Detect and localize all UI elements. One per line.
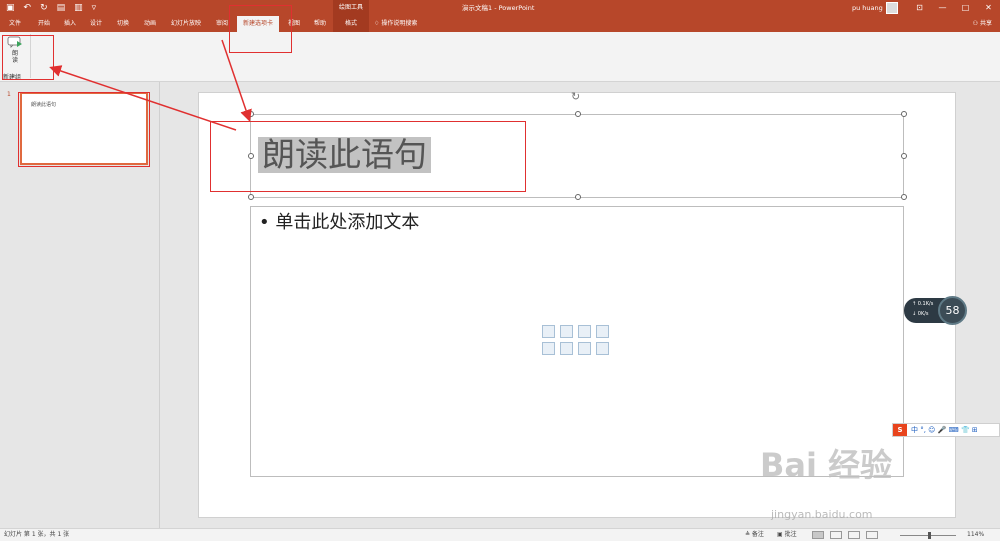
- ime-toolbar-buttons[interactable]: 中 °, ☺ 🎤 ⌨ 👕 ⊞: [911, 424, 978, 436]
- upload-speed: ↑ 0.1K/s: [912, 301, 934, 307]
- ime-toolbar[interactable]: S 中 °, ☺ 🎤 ⌨ 👕 ⊞: [892, 423, 1000, 437]
- status-bar: 幻灯片 第 1 张，共 1 张 ≜ 备注 ▣ 批注 114%: [0, 528, 1000, 541]
- view-buttons: [812, 531, 878, 539]
- notes-button[interactable]: ≜ 备注: [745, 529, 764, 541]
- slide-sorter-view-icon[interactable]: [830, 531, 842, 539]
- reading-view-icon[interactable]: [848, 531, 860, 539]
- zoom-slider-knob[interactable]: [928, 532, 931, 539]
- network-speed-widget[interactable]: ↑ 0.1K/s ↓ 0K/s 58: [904, 296, 967, 325]
- sogou-logo-icon[interactable]: S: [893, 424, 907, 436]
- zoom-level[interactable]: 114%: [967, 529, 984, 541]
- usage-percent: 58: [938, 296, 967, 325]
- arrow-tab-to-title: [221, 39, 252, 122]
- watermark-url: jingyan.baidu.com: [771, 508, 873, 521]
- arrow-title-to-ribbon: [49, 65, 237, 131]
- slide-counter: 幻灯片 第 1 张，共 1 张: [4, 531, 70, 538]
- download-speed: ↓ 0K/s: [912, 311, 929, 317]
- watermark: Bai 经验: [760, 446, 893, 484]
- slideshow-view-icon[interactable]: [866, 531, 878, 539]
- comments-button[interactable]: ▣ 批注: [777, 529, 797, 541]
- normal-view-icon[interactable]: [812, 531, 824, 539]
